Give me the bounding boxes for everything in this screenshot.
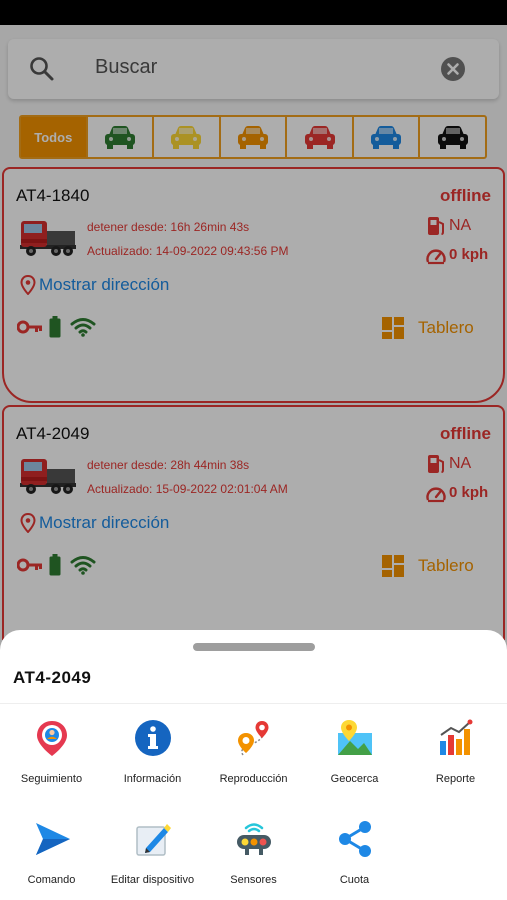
action-share[interactable]: Cuota [304,820,405,900]
action-label: Geocerca [330,773,379,785]
edit-device-icon [136,824,171,856]
tracking-pin-icon [37,721,67,756]
action-edit-device[interactable]: Editar dispositivo [102,820,203,900]
action-label: Reporte [435,773,476,785]
report-chart-icon [440,719,473,755]
action-label: Sensores [230,874,277,886]
action-playback[interactable]: Reproducción [203,719,304,809]
info-icon [135,720,171,756]
action-label: Cuota [339,874,370,886]
action-label: Seguimiento [20,773,83,785]
share-icon [339,821,371,857]
route-playback-icon [238,721,269,756]
action-report[interactable]: Reporte [405,719,506,809]
drag-handle[interactable] [193,643,315,651]
divider [0,703,507,704]
action-label: Editar dispositivo [110,874,195,886]
sensors-icon [237,823,271,855]
action-information[interactable]: Información [102,719,203,809]
sheet-title: AT4-2049 [13,668,92,687]
action-sensors[interactable]: Sensores [203,820,304,900]
action-command[interactable]: Comando [1,820,102,900]
send-command-icon [36,823,70,855]
action-label: Reproducción [219,773,288,785]
action-geofence[interactable]: Geocerca [304,719,405,809]
status-bar [0,0,507,25]
action-label: Información [123,773,182,785]
action-label: Comando [27,874,76,886]
device-actions-sheet: AT4-2049 Seguimiento Información Reprodu… [0,630,507,900]
geofence-map-icon [338,720,372,755]
action-tracking[interactable]: Seguimiento [1,719,102,809]
